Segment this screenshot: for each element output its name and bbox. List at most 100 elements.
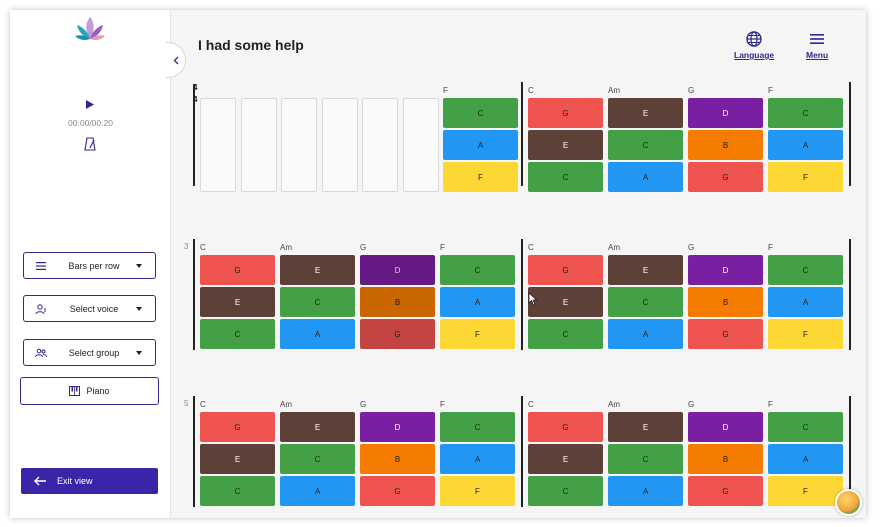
note-cell[interactable]: C — [440, 255, 515, 285]
chord-label: F — [768, 86, 773, 95]
playback-time: 00:00/00:20 — [68, 118, 113, 128]
note-cell[interactable]: C — [608, 130, 683, 160]
note-cell[interactable]: D — [688, 255, 763, 285]
note-cell[interactable]: G — [200, 255, 275, 285]
note-cell[interactable]: G — [688, 476, 763, 506]
note-cell[interactable]: C — [608, 444, 683, 474]
note-cell[interactable]: D — [360, 255, 435, 285]
hamburger-menu-icon — [810, 34, 825, 44]
note-cell[interactable]: D — [360, 412, 435, 442]
note-cell[interactable]: A — [280, 476, 355, 506]
chord-label: Am — [608, 86, 620, 95]
note-cell[interactable]: A — [280, 319, 355, 349]
note-cell[interactable]: C — [528, 162, 603, 192]
menu-button[interactable]: Menu — [806, 31, 828, 60]
note-cell[interactable]: A — [608, 476, 683, 506]
note-cell[interactable]: E — [608, 98, 683, 128]
note-cell[interactable]: C — [608, 287, 683, 317]
chevron-left-icon — [173, 56, 178, 64]
note-cell[interactable]: C — [200, 476, 275, 506]
note-cell[interactable]: F — [440, 319, 515, 349]
row-number: 5 — [184, 399, 189, 408]
bar-line — [193, 239, 195, 350]
note-cell[interactable]: C — [443, 98, 518, 128]
chord-label: G — [688, 400, 695, 409]
note-cell[interactable]: A — [768, 130, 843, 160]
chord-label: F — [440, 243, 445, 252]
note-cell[interactable]: E — [528, 130, 603, 160]
note-cell[interactable]: B — [360, 287, 435, 317]
page-title: I had some help — [198, 37, 304, 53]
chord-label: C — [528, 243, 534, 252]
note-cell[interactable]: C — [200, 319, 275, 349]
note-cell[interactable]: E — [200, 444, 275, 474]
bar-line — [849, 82, 851, 186]
note-cell[interactable]: A — [440, 444, 515, 474]
chord-label: F — [443, 86, 448, 95]
exit-view-button[interactable]: Exit view — [21, 468, 158, 494]
note-cell[interactable]: C — [528, 319, 603, 349]
note-cell[interactable]: F — [768, 162, 843, 192]
note-cell[interactable]: B — [688, 130, 763, 160]
note-cell[interactable]: G — [688, 162, 763, 192]
exit-view-label: Exit view — [57, 476, 93, 486]
empty-beat-slot — [321, 98, 358, 192]
note-cell[interactable]: G — [360, 319, 435, 349]
app-window: 00:00/00:20 Bars per row Select voice Se… — [10, 10, 866, 518]
note-cell[interactable]: A — [440, 287, 515, 317]
note-cell[interactable]: A — [608, 319, 683, 349]
note-cell[interactable]: B — [688, 287, 763, 317]
globe-icon — [746, 31, 762, 47]
note-cell[interactable]: E — [200, 287, 275, 317]
note-cell[interactable]: B — [688, 444, 763, 474]
voice-person-icon — [35, 304, 46, 315]
note-cell[interactable]: C — [280, 287, 355, 317]
note-cell[interactable]: A — [443, 130, 518, 160]
empty-beat-slot — [281, 98, 317, 192]
bars-per-row-select[interactable]: Bars per row — [23, 252, 156, 279]
bars-per-row-label: Bars per row — [68, 260, 120, 271]
note-cell[interactable]: G — [688, 319, 763, 349]
note-cell[interactable]: C — [768, 412, 843, 442]
note-cell[interactable]: D — [688, 98, 763, 128]
language-button[interactable]: Language — [734, 31, 774, 60]
note-cell[interactable]: G — [360, 476, 435, 506]
note-cell[interactable]: A — [768, 444, 843, 474]
note-cell[interactable]: E — [608, 255, 683, 285]
chord-label: C — [200, 400, 206, 409]
note-cell[interactable]: A — [608, 162, 683, 192]
note-cell[interactable]: G — [528, 412, 603, 442]
note-cell[interactable]: G — [528, 255, 603, 285]
note-cell[interactable]: G — [200, 412, 275, 442]
note-cell[interactable]: D — [688, 412, 763, 442]
note-cell[interactable]: E — [280, 255, 355, 285]
select-group-select[interactable]: Select group — [23, 339, 156, 366]
note-cell[interactable]: C — [768, 98, 843, 128]
user-avatar[interactable] — [835, 489, 862, 516]
play-icon[interactable] — [86, 100, 94, 109]
note-cell[interactable]: C — [280, 444, 355, 474]
note-cell[interactable]: E — [528, 287, 603, 317]
metronome-icon[interactable] — [83, 137, 97, 151]
note-cell[interactable]: C — [528, 476, 603, 506]
note-cell[interactable]: G — [528, 98, 603, 128]
chord-label: G — [688, 86, 695, 95]
note-cell[interactable]: E — [280, 412, 355, 442]
chord-label: Am — [280, 400, 292, 409]
note-cell[interactable]: F — [440, 476, 515, 506]
note-cell[interactable]: F — [443, 162, 518, 192]
select-group-label: Select group — [68, 347, 120, 358]
note-cell[interactable]: E — [528, 444, 603, 474]
note-cell[interactable]: F — [768, 476, 843, 506]
note-cell[interactable]: F — [768, 319, 843, 349]
note-cell[interactable]: A — [768, 287, 843, 317]
note-cell[interactable]: C — [440, 412, 515, 442]
select-voice-label: Select voice — [69, 303, 119, 314]
note-cell[interactable]: B — [360, 444, 435, 474]
note-cell[interactable]: C — [768, 255, 843, 285]
row-number: 3 — [184, 242, 189, 251]
piano-button[interactable]: Piano — [20, 377, 159, 405]
group-icon — [35, 348, 47, 358]
note-cell[interactable]: E — [608, 412, 683, 442]
select-voice-select[interactable]: Select voice — [23, 295, 156, 322]
